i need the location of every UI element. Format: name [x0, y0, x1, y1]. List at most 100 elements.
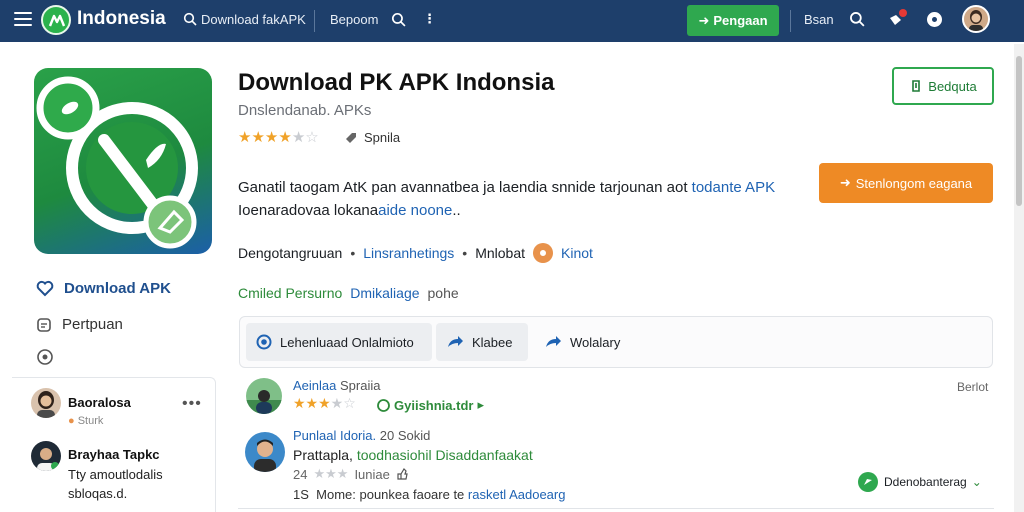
user-name[interactable]: Brayhaa Tapkc [68, 447, 160, 462]
nav-link-bsan[interactable]: Bsan [804, 12, 834, 27]
app-meta-row: Dengotangruuan • Linsranhetings • Mnloba… [238, 243, 593, 263]
sidebar-item-perpus[interactable]: Pertpuan [36, 316, 123, 333]
brand-name[interactable]: Indonesia [77, 8, 166, 30]
check-circle-icon [377, 398, 390, 412]
reviewer-avatar[interactable] [246, 378, 282, 414]
status-icon: ● [68, 415, 78, 427]
search-input[interactable]: Download fakAPK [201, 12, 306, 27]
more-options-icon[interactable]: ••• [182, 395, 202, 413]
reviewer-name-line: Punlaal Idoria. 20 Sokid [293, 428, 430, 443]
user-name[interactable]: Baoralosa [68, 395, 131, 410]
category-tag[interactable]: Cmiled Persurno [238, 285, 342, 301]
review-text-part: Mome: pounkea faoare te [316, 487, 468, 502]
review-reply-label: Ddenobanterag [884, 475, 967, 489]
star-icon: ★ [238, 129, 252, 146]
primary-action-button[interactable]: ➜ Pengaan [687, 5, 779, 36]
sidebar-item-label: Download APK [64, 280, 171, 297]
review-meta: Spraiia [340, 378, 381, 393]
rating-tag-label: Spnila [364, 130, 401, 145]
tag-icon [346, 132, 356, 143]
top-navigation-bar: Indonesia Download fakAPK Bepoom ⋮ ➜ Pen… [0, 0, 1024, 42]
heart-icon [36, 280, 54, 297]
reviewer-name[interactable]: Punlaal Idoria. [293, 428, 376, 443]
search-icon[interactable] [183, 12, 197, 26]
report-button[interactable]: Wolalary [534, 323, 634, 361]
star-icon: ★ [291, 129, 306, 146]
primary-action-label: Pengaan [713, 13, 768, 28]
user-status-label: Sturk [77, 415, 104, 427]
divider [314, 10, 315, 32]
star-icon: ☆ [305, 129, 319, 146]
page-title: Download PK APK Indonsia [238, 69, 555, 96]
reviewer-avatar[interactable] [245, 432, 285, 472]
outline-action-label: Bedquta [928, 78, 977, 94]
action-label: Lehenluaad Onlalmioto [280, 334, 414, 350]
rating-stars: ★★★★★☆ [238, 128, 319, 146]
help-icon[interactable] [926, 11, 943, 28]
sidebar-item-download[interactable]: Download APK [36, 280, 171, 297]
location-icon[interactable] [36, 348, 54, 366]
logo-icon[interactable] [41, 5, 71, 35]
nav-link-bepoom[interactable]: Bepoom [330, 12, 378, 27]
category-tags: Cmiled Persurno Dmikaliage pohe [238, 285, 459, 301]
review-text-part: Prattapla, [293, 447, 357, 463]
description-text: Ioenaradovaa lokana [238, 202, 379, 219]
star-icon: ★ [264, 129, 279, 146]
notification-badge [899, 9, 907, 17]
download-button[interactable]: ➜ Stenlongom eagana [819, 163, 993, 203]
separator-dot: • [462, 245, 468, 261]
separator-dot: • [350, 245, 356, 261]
rating-tag[interactable]: Spnila [344, 130, 400, 145]
review-subline: 1S Mome: pounkea faoare te rasketl Aadoe… [293, 487, 565, 502]
action-bar: Lehenluaad Onlalmioto Klabee Wolalary [239, 316, 993, 368]
user-avatar[interactable] [962, 5, 990, 33]
review-text-link[interactable]: rasketl Aadoearg [468, 487, 566, 502]
reviewer-name-line: Aeinlaa Spraiia [293, 378, 380, 393]
meta-link[interactable]: Linsranhetings [363, 245, 454, 261]
meta-item: Mnlobat [475, 245, 525, 261]
review-reply-button[interactable]: Ddenobanterag ⌄ [857, 471, 982, 493]
review-subline: 24 ★★★ Iuniae [293, 466, 408, 482]
check-circle-icon [256, 334, 272, 350]
share-arrow-icon [448, 336, 463, 347]
description-link[interactable]: todante APK [692, 179, 775, 196]
chevron-down-icon: ⌄ [971, 475, 982, 489]
star-icon: ★★★ [293, 395, 331, 411]
outline-action-button[interactable]: Bedquta [892, 67, 994, 105]
review-badge: Gyiishnia.tdr ▸ [377, 397, 484, 413]
user-avatar[interactable] [31, 388, 61, 418]
search-icon[interactable] [849, 11, 865, 27]
review-text: Prattapla, toodhasiohil Disaddanfaakat [293, 447, 533, 463]
category-tag[interactable]: pohe [428, 285, 459, 301]
scrollbar[interactable] [1014, 44, 1024, 512]
search-icon[interactable] [391, 12, 406, 27]
action-label: Klabee [472, 334, 513, 350]
category-tag[interactable]: Dmikaliage [350, 285, 419, 301]
more-options-icon[interactable]: ⋮ [423, 11, 436, 27]
review-date: Berlot [957, 380, 989, 394]
message-text: Tty amoutlodalis [68, 467, 163, 482]
review-text-part: Iuniae [354, 466, 390, 482]
share-button[interactable]: Klabee [436, 323, 528, 361]
description-link[interactable]: aide noone [378, 202, 452, 219]
review-badge-label: Gyiishnia.tdr [394, 397, 474, 413]
app-subtitle: Dnslendanab. APKs [238, 102, 372, 119]
menu-icon[interactable] [14, 12, 32, 26]
arrow-icon: ➜ [698, 12, 710, 28]
download-online-button[interactable]: Lehenluaad Onlalmioto [246, 323, 432, 361]
review-text-link[interactable]: toodhasiohil Disaddanfaakat [357, 447, 533, 463]
divider [790, 10, 791, 32]
star-icon: ★ [251, 129, 265, 146]
reviewer-name[interactable]: Aeinlaa [293, 378, 336, 393]
app-description: Ganatil taogam AtK pan avannatbea ja lae… [238, 176, 798, 222]
scrollbar-thumb[interactable] [1016, 56, 1022, 206]
star-icon: ★★★ [313, 466, 349, 481]
review-text-part: 1S [293, 487, 309, 502]
share-arrow-icon [546, 336, 561, 347]
chat-icon [858, 472, 878, 492]
meta-link[interactable]: Kinot [561, 245, 593, 261]
user-avatar[interactable] [31, 441, 61, 471]
message-text: sbloqas.d. [68, 486, 128, 501]
star-icon: ★☆ [330, 395, 356, 411]
chevron-icon: ▸ [477, 397, 484, 412]
